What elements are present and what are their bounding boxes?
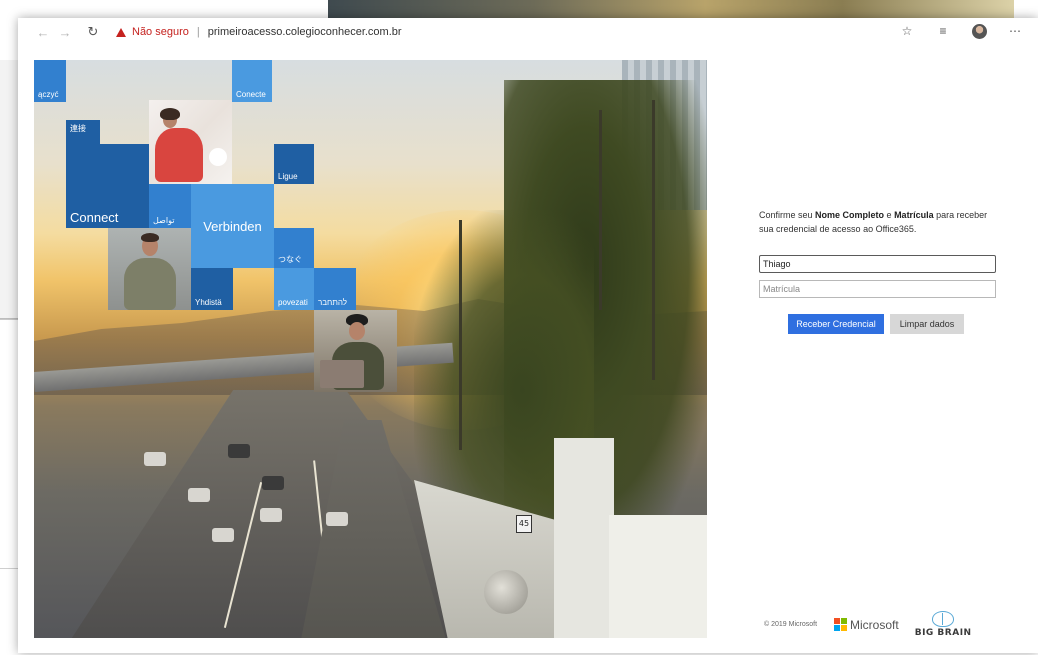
url-separator: | bbox=[196, 26, 200, 38]
tile-portuguese: Conecte bbox=[232, 60, 272, 102]
browser-window: ← → ↻ Não seguro | primeiroacesso.colegi… bbox=[18, 18, 1038, 653]
reading-list-icon[interactable]: ≡ bbox=[934, 22, 952, 40]
toolbar-actions: ☆ ≡ ⋯ bbox=[898, 22, 1024, 40]
big-brain-logo: BIG BRAIN bbox=[915, 611, 972, 638]
microsoft-logo: Microsoft bbox=[834, 618, 899, 632]
photo-man-phone bbox=[108, 228, 191, 310]
footer: © 2019 Microsoft Microsoft BIG BRAIN bbox=[764, 611, 972, 638]
photo-woman bbox=[149, 100, 232, 184]
car bbox=[262, 476, 284, 490]
forward-arrow-icon[interactable]: → bbox=[54, 21, 76, 43]
back-arrow-icon[interactable]: ← bbox=[32, 21, 54, 43]
microsoft-wordmark: Microsoft bbox=[850, 617, 899, 632]
tile-label: تواصل bbox=[153, 216, 175, 225]
palm-trunk bbox=[652, 100, 655, 380]
tile-label: つなぐ bbox=[278, 255, 302, 264]
speed-limit-sign: 45 bbox=[516, 515, 532, 533]
background-divider bbox=[0, 568, 20, 569]
tile-label: ączyć bbox=[38, 90, 59, 99]
background-divider bbox=[0, 318, 20, 319]
tile-label: Ligue bbox=[278, 172, 298, 181]
tile-ligue: Ligue bbox=[274, 144, 314, 184]
login-panel: Confirme seu Nome Completo e Matrícula p… bbox=[707, 46, 1038, 653]
satellite-dish bbox=[484, 570, 528, 614]
photo-man-laptop bbox=[314, 310, 397, 392]
hero-image: 45 ączyć Conecte 連接 Connect تواصل Verbin… bbox=[34, 60, 707, 638]
tile-label: 連接 bbox=[70, 124, 86, 133]
tile-hebrew: להתחבר bbox=[314, 268, 356, 310]
tile-connect: Connect bbox=[66, 144, 149, 228]
brain-icon bbox=[932, 611, 955, 627]
address-bar-url[interactable]: primeiroacesso.colegioconhecer.com.br bbox=[208, 26, 402, 38]
full-name-input[interactable] bbox=[759, 255, 996, 273]
tile-german: Verbinden bbox=[191, 184, 274, 268]
palm-trunk bbox=[459, 220, 462, 450]
intro-name-emphasis: Nome Completo bbox=[815, 210, 885, 220]
white-building bbox=[554, 438, 614, 638]
more-icon[interactable]: ⋯ bbox=[1006, 22, 1024, 40]
car bbox=[144, 452, 166, 466]
tile-japanese: つなぐ bbox=[274, 228, 314, 268]
car bbox=[188, 488, 210, 502]
tile-label: להתחבר bbox=[318, 298, 347, 307]
white-building bbox=[609, 515, 707, 638]
star-icon[interactable]: ☆ bbox=[898, 22, 916, 40]
avatar-icon[interactable] bbox=[970, 22, 988, 40]
receive-credential-button[interactable]: Receber Credencial bbox=[788, 314, 884, 334]
tile-label: povezati bbox=[278, 298, 308, 307]
clear-data-button[interactable]: Limpar dados bbox=[890, 314, 964, 334]
tile-povezati: povezati bbox=[274, 268, 314, 310]
tile-polish: ączyć bbox=[34, 60, 66, 102]
warning-icon bbox=[116, 27, 126, 37]
car bbox=[326, 512, 348, 526]
palm-trunk bbox=[599, 110, 602, 310]
intro-text: Confirme seu bbox=[759, 210, 816, 220]
copyright-text: © 2019 Microsoft bbox=[764, 621, 818, 628]
tile-label: Verbinden bbox=[203, 218, 262, 234]
tile-label: Connect bbox=[70, 210, 119, 225]
intro-registration-emphasis: Matrícula bbox=[894, 210, 934, 220]
tile-chinese: 連接 bbox=[66, 120, 100, 144]
registration-input[interactable] bbox=[759, 280, 996, 298]
browser-toolbar: ← → ↻ Não seguro | primeiroacesso.colegi… bbox=[18, 18, 1038, 46]
tile-label: Yhdistä bbox=[195, 298, 222, 307]
car bbox=[212, 528, 234, 542]
car bbox=[260, 508, 282, 522]
car bbox=[228, 444, 250, 458]
security-indicator[interactable]: Não seguro bbox=[116, 26, 189, 38]
background-left-card bbox=[0, 60, 20, 320]
microsoft-grid-icon bbox=[834, 618, 848, 631]
tile-finnish: Yhdistä bbox=[191, 268, 233, 310]
tile-arabic: تواصل bbox=[149, 184, 191, 228]
security-label: Não seguro bbox=[132, 26, 189, 38]
intro-text: e bbox=[884, 210, 895, 220]
tile-label: Conecte bbox=[236, 90, 266, 99]
instructions-text: Confirme seu Nome Completo e Matrícula p… bbox=[759, 208, 999, 236]
reload-icon[interactable]: ↻ bbox=[82, 21, 104, 43]
big-brain-wordmark: BIG BRAIN bbox=[914, 628, 972, 638]
